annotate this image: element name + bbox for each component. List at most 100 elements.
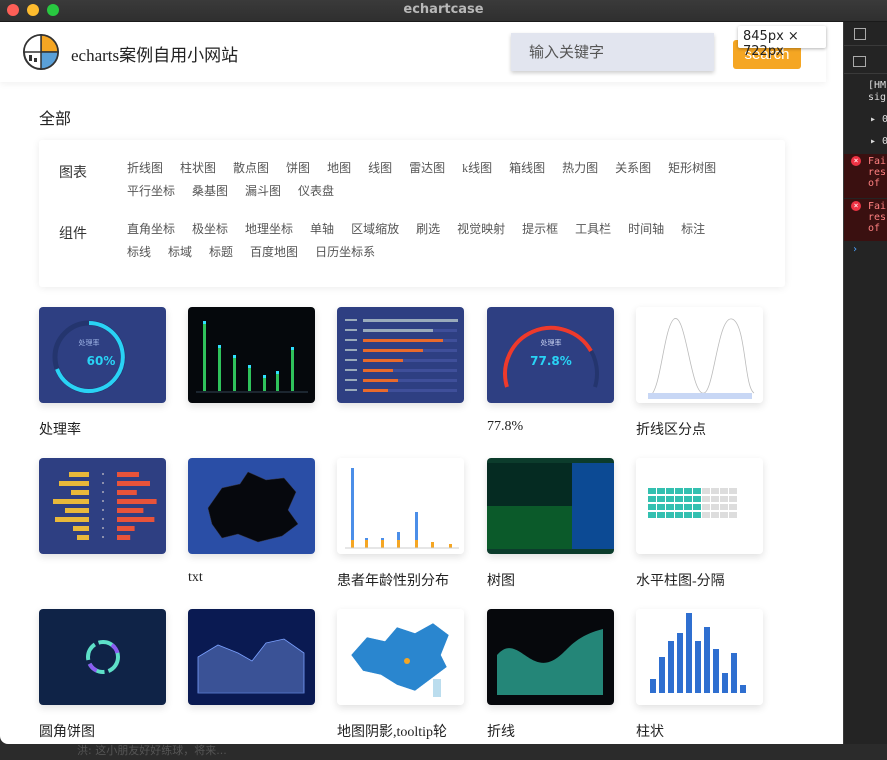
chart-card[interactable]: 水平柱图-分隔 xyxy=(636,458,763,590)
filter-item[interactable]: 日历坐标系 xyxy=(315,241,375,264)
console-error-2: × Fai res of xyxy=(844,199,887,241)
filter-item[interactable]: 百度地图 xyxy=(250,241,298,264)
filter-panel: 图表 折线图 柱状图 散点图 饼图 地图 线图 雷达图 k线图 箱线图 热力图 关系图 矩形树图平行坐… xyxy=(39,140,785,287)
filter-item[interactable]: 线图 xyxy=(368,157,392,180)
filter-item[interactable]: 提示框 xyxy=(522,218,558,241)
chart-caption[interactable]: txt xyxy=(188,570,315,586)
filter-item[interactable]: k线图 xyxy=(462,157,492,180)
window-titlebar: echartcase xyxy=(0,0,887,22)
chart-card[interactable]: 地图阴影,tooltip轮 xyxy=(337,609,464,741)
devtools-console-bar xyxy=(844,50,887,74)
chart-caption[interactable]: 树图 xyxy=(487,570,614,590)
dimension-badge: 845px × 722px xyxy=(738,26,826,59)
filter-item[interactable]: 桑基图 xyxy=(192,180,228,203)
chart-thumbnail[interactable]: 处理率 77.8% xyxy=(487,307,614,403)
chart-caption[interactable]: 地图阴影,tooltip轮 xyxy=(337,721,464,741)
console-error-1: × Fai res of xyxy=(844,154,887,198)
chart-caption[interactable]: 处理率 xyxy=(39,419,166,439)
chart-thumbnail[interactable] xyxy=(636,458,763,554)
chart-thumbnail[interactable] xyxy=(39,609,166,705)
chart-card[interactable]: 折线 xyxy=(487,609,614,741)
chart-thumbnail[interactable] xyxy=(487,609,614,705)
filter-item[interactable]: 矩形树图 xyxy=(668,157,716,180)
chart-card[interactable]: 柱状 xyxy=(636,609,763,741)
chart-thumbnail[interactable]: 处理率 60% xyxy=(39,307,166,403)
web-page: echarts案例自用小网站 search 845px × 722px 全部 图… xyxy=(0,22,843,744)
site-header: echarts案例自用小网站 search 845px × 722px xyxy=(0,22,826,82)
chart-thumbnail[interactable] xyxy=(39,458,166,554)
chart-card[interactable] xyxy=(39,458,166,570)
bottom-notification: 洪: 这小朋友好好练球，将来... xyxy=(0,744,887,760)
chart-caption[interactable]: 77.8% xyxy=(487,419,614,435)
section-title: 全部 xyxy=(39,111,72,128)
chart-thumbnail[interactable] xyxy=(487,458,614,554)
filter-item[interactable]: 视觉映射 xyxy=(457,218,505,241)
site-name: echarts案例自用小网站 xyxy=(71,46,239,65)
window-title: echartcase xyxy=(403,2,484,17)
console-obj-1[interactable]: ▸ 0 xyxy=(870,114,887,125)
filter-item[interactable]: 折线图 xyxy=(127,157,163,180)
chart-thumbnail[interactable] xyxy=(636,609,763,705)
chart-thumbnail[interactable] xyxy=(337,609,464,705)
chart-card[interactable] xyxy=(188,609,315,721)
chart-caption[interactable]: 折线区分点 xyxy=(636,419,763,439)
filter-item[interactable]: 单轴 xyxy=(310,218,334,241)
gauge-value: 77.8% xyxy=(530,354,572,368)
filter-item[interactable]: 标题 xyxy=(209,241,233,264)
chart-caption[interactable]: 圆角饼图 xyxy=(39,721,166,741)
filter-item[interactable]: 工具栏 xyxy=(575,218,611,241)
filter-item[interactable]: 地理坐标 xyxy=(245,218,293,241)
filter-item[interactable]: 地图 xyxy=(327,157,351,180)
filter-item[interactable]: 关系图 xyxy=(615,157,651,180)
chart-caption[interactable]: 患者年龄性别分布 xyxy=(337,570,464,590)
chart-caption[interactable]: 折线 xyxy=(487,721,614,741)
filter-item[interactable]: 散点图 xyxy=(233,157,269,180)
filter-item[interactable]: 雷达图 xyxy=(409,157,445,180)
filter-item[interactable]: 区域缩放 xyxy=(351,218,399,241)
chart-thumbnail[interactable] xyxy=(188,458,315,554)
filter-item[interactable]: 标注 xyxy=(681,218,705,241)
devtools-panel: [HMsig ▸ 0 ▸ 0 ×Fairesof ×Fairesof › xyxy=(843,22,887,744)
filter-item[interactable]: 时间轴 xyxy=(628,218,664,241)
chart-card[interactable]: 患者年龄性别分布 xyxy=(337,458,464,590)
search-input[interactable] xyxy=(511,33,714,71)
filter-item[interactable]: 刷选 xyxy=(416,218,440,241)
console-obj-2[interactable]: ▸ 0 xyxy=(870,136,887,147)
chart-thumbnail[interactable] xyxy=(636,307,763,403)
chart-card[interactable]: txt xyxy=(188,458,315,586)
chart-thumbnail[interactable] xyxy=(337,307,464,403)
filter-label-components: 组件 xyxy=(59,227,87,242)
chart-caption[interactable]: 水平柱图-分隔 xyxy=(636,570,763,590)
filter-item[interactable]: 箱线图 xyxy=(509,157,545,180)
filter-item[interactable]: 极坐标 xyxy=(192,218,228,241)
chart-thumbnail[interactable] xyxy=(337,458,464,554)
chart-thumbnail[interactable] xyxy=(188,307,315,403)
chart-card[interactable]: 处理率 60% 处理率 xyxy=(39,307,166,439)
filter-item[interactable]: 漏斗图 xyxy=(245,180,281,203)
filter-label-charts: 图表 xyxy=(59,166,87,181)
site-logo-icon[interactable] xyxy=(22,33,60,71)
chart-thumbnail[interactable] xyxy=(188,609,315,705)
chart-caption[interactable]: 柱状 xyxy=(636,721,763,741)
sidebar-toggle-icon[interactable] xyxy=(853,56,866,67)
filter-item[interactable]: 平行坐标 xyxy=(127,180,175,203)
chart-card[interactable] xyxy=(188,307,315,419)
chart-card[interactable]: 折线区分点 xyxy=(636,307,763,439)
chart-card[interactable]: 圆角饼图 xyxy=(39,609,166,741)
filter-item[interactable]: 饼图 xyxy=(286,157,310,180)
chart-card[interactable]: 处理率 77.8% 77.8% xyxy=(487,307,614,435)
chart-card[interactable] xyxy=(337,307,464,419)
inspect-icon[interactable] xyxy=(854,28,866,40)
chart-card[interactable]: 树图 xyxy=(487,458,614,590)
filter-item[interactable]: 标线 xyxy=(127,241,151,264)
gauge-label: 处理率 xyxy=(541,338,562,347)
filter-item[interactable]: 直角坐标 xyxy=(127,218,175,241)
gauge-label: 处理率 xyxy=(79,338,100,347)
filter-item[interactable]: 柱状图 xyxy=(180,157,216,180)
component-filters: 直角坐标 极坐标 地理坐标 单轴 区域缩放 刷选 视觉映射 提示框 工具栏 时间轴 标注标线 标域 标题… xyxy=(127,218,757,264)
filter-item[interactable]: 标域 xyxy=(168,241,192,264)
console-prompt-icon[interactable]: › xyxy=(852,244,887,255)
error-icon: × xyxy=(851,156,861,166)
filter-item[interactable]: 仪表盘 xyxy=(298,180,334,203)
filter-item[interactable]: 热力图 xyxy=(562,157,598,180)
